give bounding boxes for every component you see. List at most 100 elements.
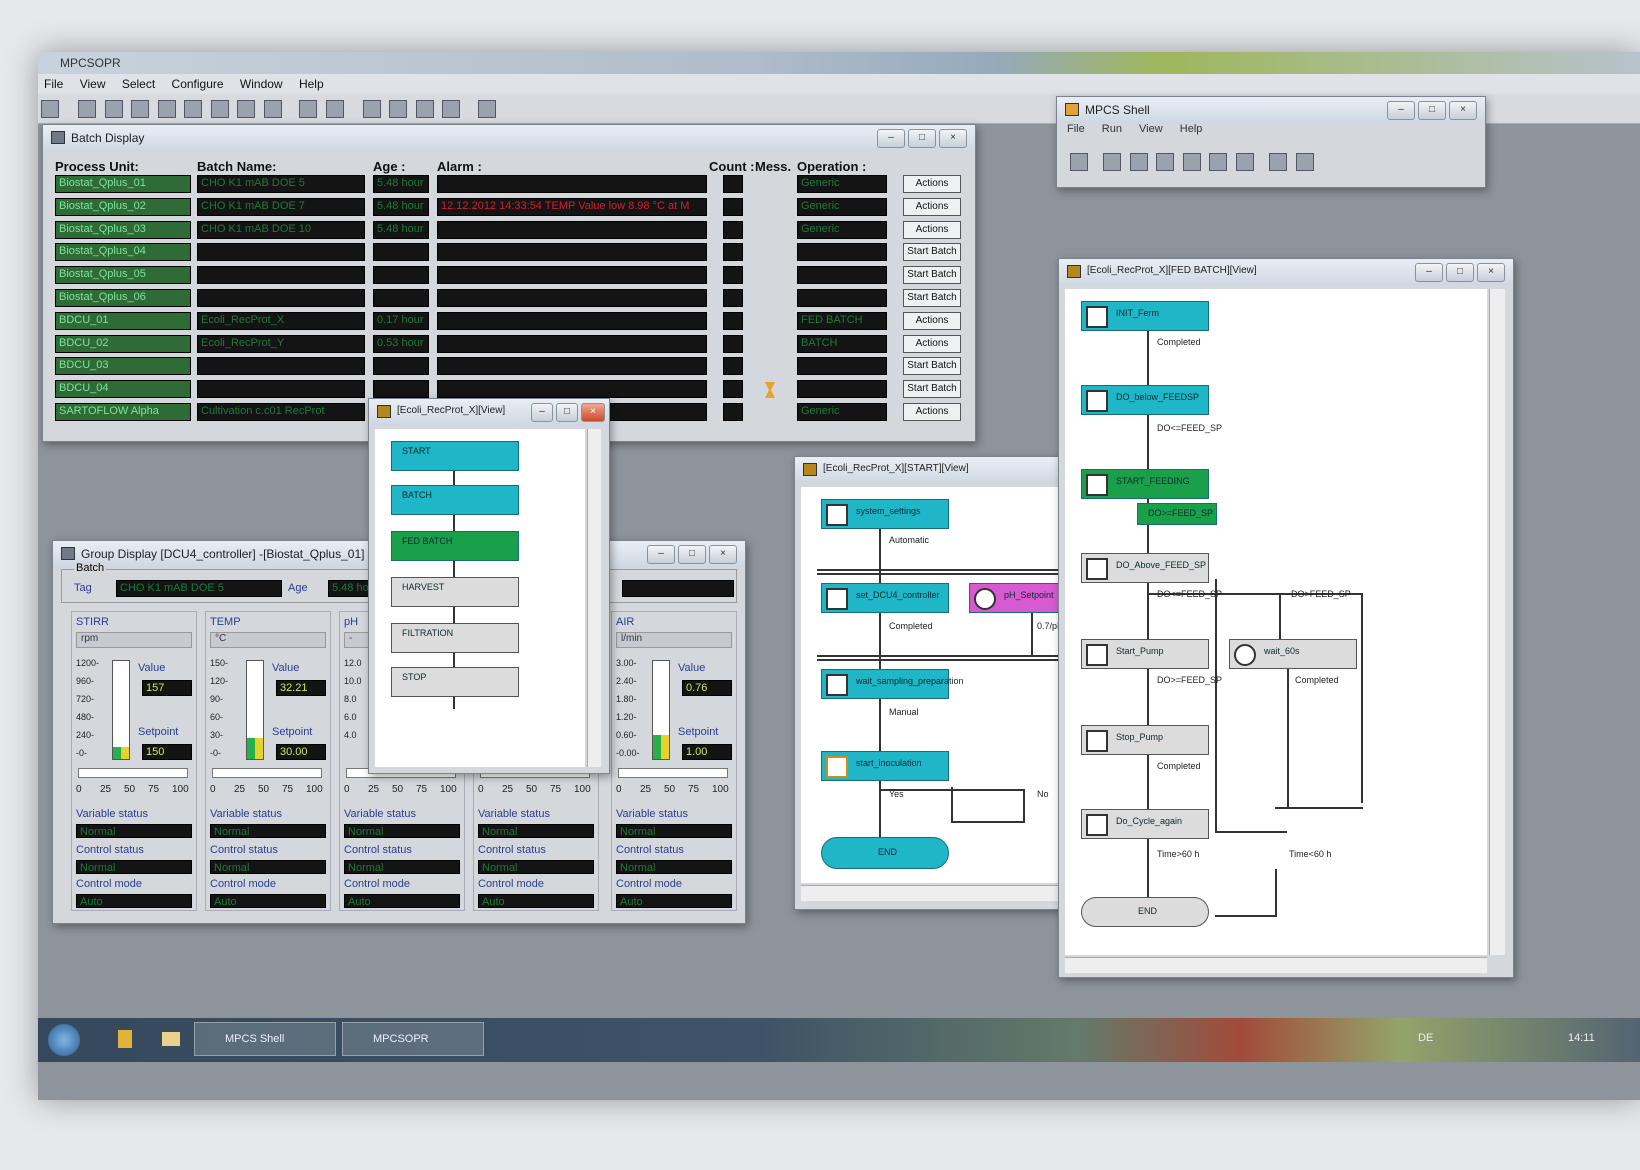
close-button[interactable]: × [1449,101,1477,120]
mpcs-shell-title-bar[interactable]: MPCS Shell – □ × [1057,97,1485,123]
menu-help[interactable]: Help [299,77,324,91]
step-do-cycle-again[interactable]: Do_Cycle_again [1081,809,1209,839]
setpoint-field[interactable]: 1.00 [682,744,732,760]
toolbar-button[interactable] [210,100,229,118]
minimize-button[interactable]: – [531,403,553,422]
row-action-button[interactable]: Actions [903,175,961,193]
horizontal-scrollbar[interactable] [801,885,1069,901]
shell-menu-help[interactable]: Help [1180,123,1203,135]
nav-last-icon[interactable] [442,100,461,118]
row-action-button[interactable]: Actions [903,220,961,239]
menu-configure[interactable]: Configure [172,77,224,91]
help-icon[interactable] [477,100,496,118]
row-action-button[interactable]: Actions [903,334,961,353]
step-start-feeding[interactable]: START_FEEDING [1081,469,1209,499]
setpoint-label[interactable]: Setpoint [678,726,718,738]
step-do-above-feed-sp[interactable]: DO_Above_FEED_SP [1081,553,1209,583]
row-action-button[interactable]: Start Batch [903,266,961,285]
minimize-button[interactable]: – [1387,101,1415,120]
menu-file[interactable]: File [44,77,63,91]
menu-window[interactable]: Window [240,77,283,91]
pen-icon[interactable] [41,100,59,118]
row-action-button[interactable]: Start Batch [903,357,961,376]
nav-next-icon[interactable] [415,100,434,118]
row-action-button[interactable]: Actions [903,403,961,421]
toolbar-button[interactable] [299,100,318,118]
toolbar-button[interactable] [237,100,256,118]
setpoint-label[interactable]: Setpoint [272,726,312,738]
toolbar-button[interactable] [263,100,282,118]
step-fed-batch[interactable]: FED BATCH [391,531,519,561]
toolbar-button[interactable] [184,100,203,118]
step-filtration[interactable]: FILTRATION [391,623,519,653]
nav-first-icon[interactable] [362,100,381,118]
shell-menu-file[interactable]: File [1067,123,1085,135]
toolbar-button[interactable] [1129,153,1148,171]
row-action-button[interactable]: Start Batch [903,289,961,307]
minimize-button[interactable]: – [647,545,675,564]
toolbar-button[interactable] [104,100,123,118]
step-end[interactable]: END [821,837,949,869]
step-init-ferm[interactable]: INIT_Ferm [1081,301,1209,331]
setpoint-field[interactable]: 150 [142,744,192,760]
horizontal-scrollbar[interactable] [1065,957,1487,973]
step-system-settings[interactable]: system_settings [821,499,949,529]
nav-prev-icon[interactable] [389,100,408,118]
row-action-button[interactable]: Actions [903,311,961,330]
close-button[interactable]: × [939,129,967,148]
step-stop[interactable]: STOP [391,667,519,697]
start-view-title-bar[interactable]: [Ecoli_RecProt_X][START][View] [795,457,1073,483]
toolbar-button[interactable] [131,100,150,118]
step-start[interactable]: START [391,441,519,471]
setpoint-label[interactable]: Setpoint [138,726,178,738]
fedbatch-view-title-bar[interactable]: [Ecoli_RecProt_X][FED BATCH][View] – □ × [1059,259,1513,285]
row-action-button[interactable]: Start Batch [903,243,961,262]
toolbar-button[interactable] [78,100,97,118]
toolbar-button[interactable] [1156,153,1175,171]
maximize-button[interactable]: □ [908,129,936,148]
toolbar-button[interactable] [325,100,344,118]
step-do-below-feedsp[interactable]: DO_below_FEEDSP [1081,385,1209,415]
step-start-pump[interactable]: Start_Pump [1081,639,1209,669]
close-button[interactable]: × [1477,263,1505,282]
taskbar-clock[interactable]: 14:11 [1568,1032,1595,1044]
vertical-scrollbar[interactable] [1489,289,1505,955]
minimize-button[interactable]: – [877,129,905,148]
batch-display-title-bar[interactable]: Batch Display – □ × [43,125,975,151]
taskbar-item-mpcsopr[interactable]: MPCSOPR [342,1022,484,1056]
recprot-view-title-bar[interactable]: [Ecoli_RecProt_X][View] – □ × [369,399,609,425]
menu-view[interactable]: View [80,77,106,91]
toolbar-button[interactable] [1209,153,1228,171]
step-batch[interactable]: BATCH [391,485,519,515]
close-button[interactable]: × [581,403,605,422]
step-wait-sampling[interactable]: wait_sampling_preparation [821,669,964,699]
toolbar-button[interactable] [157,100,176,118]
step-end[interactable]: END [1081,897,1209,927]
folder-icon[interactable] [162,1032,180,1046]
toolbar-button[interactable] [1103,153,1122,171]
vertical-scrollbar[interactable] [587,429,601,767]
setpoint-field[interactable]: 30.00 [276,744,326,760]
maximize-button[interactable]: □ [1418,101,1446,120]
step-wait-60s[interactable]: wait_60s [1229,639,1357,669]
maximize-button[interactable]: □ [678,545,706,564]
step-stop-pump[interactable]: Stop_Pump [1081,725,1209,755]
minimize-button[interactable]: – [1415,263,1443,282]
toolbar-button[interactable] [1269,153,1288,171]
toolbar-button[interactable] [1182,153,1201,171]
step-set-dcu4-controller[interactable]: set_DCU4_controller [821,583,949,613]
taskbar-item-mpcs-shell[interactable]: MPCS Shell [194,1022,336,1056]
toolbar-button[interactable] [1235,153,1254,171]
lock-icon[interactable] [118,1030,132,1048]
step-ph-setpoint[interactable]: pH_Setpoint [969,583,1069,613]
start-button[interactable] [48,1024,80,1056]
help-icon[interactable] [1295,153,1314,171]
maximize-button[interactable]: □ [556,403,578,422]
shell-menu-run[interactable]: Run [1102,123,1122,135]
run-icon[interactable] [1070,153,1088,171]
menu-select[interactable]: Select [122,77,155,91]
shell-menu-view[interactable]: View [1139,123,1163,135]
maximize-button[interactable]: □ [1446,263,1474,282]
row-action-button[interactable]: Actions [903,197,961,216]
close-button[interactable]: × [709,545,737,564]
